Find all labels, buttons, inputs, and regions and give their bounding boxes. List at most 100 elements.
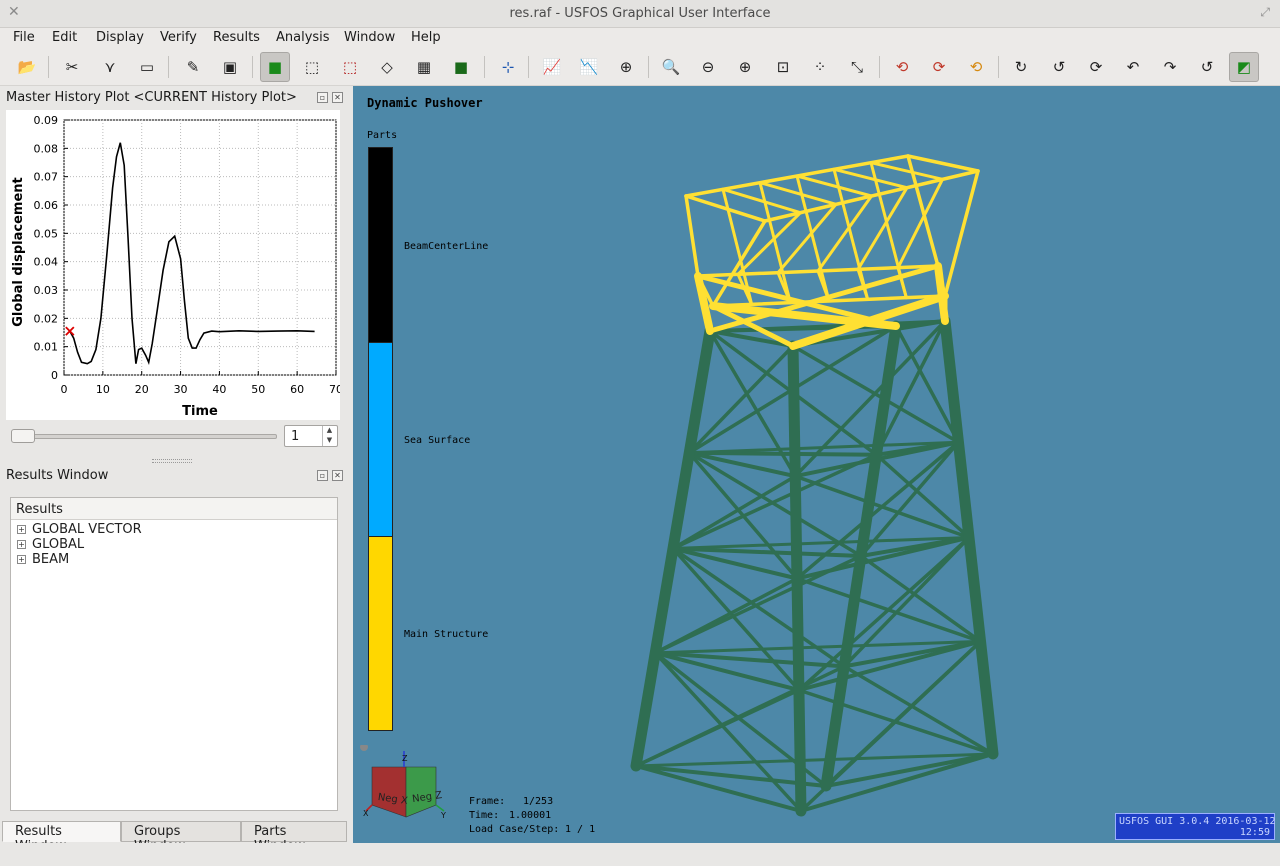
maximize-window-icon[interactable]: ⤢ — [1260, 5, 1270, 20]
open-icon[interactable]: 📂 — [12, 52, 42, 82]
x-tick-label: 10 — [96, 383, 110, 396]
main-toolbar: 📂 ✂ ⋎ ▭ ✎ ▣ ■ ⬚ ⬚ ◇ ▦ ■ ⊹ 📈 📉 ⊕ 🔍 ⊖ ⊕ ⊡ … — [0, 48, 1280, 86]
solid-cube-icon[interactable]: ■ — [446, 52, 476, 82]
results-panel-title: Results Window — [6, 468, 109, 483]
cube-mesh-icon[interactable]: ▦ — [409, 52, 439, 82]
spin-down-icon[interactable]: ▼ — [322, 436, 336, 446]
undo-icon[interactable]: ↶ — [1118, 52, 1148, 82]
model-viewport[interactable] — [353, 86, 1280, 843]
legend-title: Parts — [367, 130, 398, 141]
loadcase-value: 1 / 1 — [565, 824, 596, 835]
y-tick-label: 0.05 — [34, 227, 59, 240]
solid-view-icon[interactable]: ■ — [260, 52, 290, 82]
plot-area — [63, 119, 337, 376]
history-plot[interactable]: 0.09 0.08 0.07 0.06 0.05 0.04 0.03 0.02 0.01 0 0 10… — [6, 110, 343, 420]
x-brace — [842, 664, 995, 756]
fit-all-icon[interactable]: ⁘ — [805, 52, 835, 82]
menu-analysis[interactable]: Analysis — [276, 30, 330, 45]
menu-verify[interactable]: Verify — [160, 30, 197, 45]
fit-xy-icon[interactable]: ⤡ — [842, 52, 872, 82]
float-icon[interactable]: ▫ — [317, 92, 328, 103]
reset-icon[interactable]: ↺ — [1192, 52, 1222, 82]
cut-icon[interactable]: ✂ — [57, 52, 87, 82]
zoom-out-icon[interactable]: ⊖ — [693, 52, 723, 82]
tree-item-global-vector[interactable]: + GLOBAL VECTOR — [17, 522, 142, 537]
history-panel-title: Master History Plot <CURRENT History Plo… — [6, 90, 297, 105]
plot-d-icon[interactable]: 📉 — [574, 52, 604, 82]
deck-diagonal — [795, 174, 831, 303]
rotate-up-icon[interactable]: ↻ — [1006, 52, 1036, 82]
frame-value: 1/253 — [523, 796, 554, 807]
fit-icon[interactable]: ⊡ — [768, 52, 798, 82]
zoom-in-icon[interactable]: ⊕ — [730, 52, 760, 82]
menu-display[interactable]: Display — [96, 30, 144, 45]
menu-help[interactable]: Help — [411, 30, 441, 45]
console-icon[interactable]: ▣ — [215, 52, 245, 82]
x-tick-label: 40 — [212, 383, 226, 396]
splitter-grip[interactable] — [152, 459, 192, 463]
cube-outline-icon[interactable]: ◇ — [372, 52, 402, 82]
legend-swatch-main-structure — [368, 536, 393, 731]
results-panel-controls: ▫ ✕ — [317, 470, 343, 481]
viewport-title: Dynamic Pushover — [367, 96, 483, 110]
y-tick-label: 0.04 — [34, 256, 59, 269]
expand-icon[interactable]: + — [17, 540, 26, 549]
toolbar-separator — [48, 56, 49, 78]
close-icon[interactable]: ✕ — [332, 470, 343, 481]
close-icon[interactable]: ✕ — [332, 92, 343, 103]
menu-file[interactable]: File — [13, 30, 35, 45]
expand-icon[interactable]: + — [17, 525, 26, 534]
rotate-back-icon[interactable]: ↺ — [1044, 52, 1074, 82]
tab-parts-window[interactable]: Parts Window — [241, 821, 347, 854]
deck-joist — [795, 174, 873, 198]
version-time: 12:59 — [1239, 827, 1270, 838]
toolbar-separator — [252, 56, 253, 78]
rotate-left-icon[interactable]: ⟳ — [1081, 52, 1111, 82]
expand-icon[interactable]: + — [17, 555, 26, 564]
ruler-icon[interactable]: ▭ — [132, 52, 162, 82]
deck-joist — [869, 161, 944, 181]
tab-results-window[interactable]: Results Window — [2, 821, 121, 854]
target-icon[interactable]: ⊕ — [611, 52, 641, 82]
menu-bar: File Edit Display Verify Results Analysi… — [0, 28, 1280, 48]
tree-item-global[interactable]: + GLOBAL — [17, 537, 84, 552]
rotate-y-icon[interactable]: ⟳ — [924, 52, 954, 82]
axis-icon[interactable]: ⊹ — [493, 52, 523, 82]
wire-cube-icon[interactable]: ⬚ — [297, 52, 327, 82]
tab-groups-window[interactable]: Groups Window — [121, 821, 241, 854]
deck-diagonal — [758, 181, 792, 305]
redo-icon[interactable]: ↷ — [1155, 52, 1185, 82]
plot-h-icon[interactable]: 📈 — [537, 52, 567, 82]
jacket-leg — [787, 340, 807, 817]
tree-item-beam[interactable]: + BEAM — [17, 552, 69, 567]
menu-window[interactable]: Window — [344, 30, 395, 45]
time-label: Time: — [469, 810, 500, 821]
zoom-icon[interactable]: 🔍 — [656, 52, 686, 82]
spin-up-icon[interactable]: ▲ — [322, 426, 336, 436]
orientation-cube[interactable]: Neg X Neg Z Z X Y — [360, 745, 450, 825]
y-tick-label: 0.06 — [34, 199, 59, 212]
deck-beam — [906, 154, 980, 173]
node-cube-icon[interactable]: ⬚ — [335, 52, 365, 82]
3d-view-icon[interactable]: ◩ — [1229, 52, 1259, 82]
rotate-z-icon[interactable]: ⟲ — [961, 52, 991, 82]
menu-edit[interactable]: Edit — [52, 30, 77, 45]
version-text: USFOS GUI 3.0.4 2016-03-12 — [1119, 816, 1276, 827]
window-titlebar: ✕ res.raf - USFOS Graphical User Interfa… — [0, 0, 1280, 28]
x-brace — [671, 546, 801, 692]
edit-icon[interactable]: ✎ — [178, 52, 208, 82]
axis-label-z: Z — [402, 754, 408, 763]
frame-spinbox[interactable]: 1 ▲ ▼ — [284, 425, 338, 447]
menu-results[interactable]: Results — [213, 30, 260, 45]
sketch-icon[interactable]: ⋎ — [95, 52, 125, 82]
x-axis-label: Time — [182, 404, 218, 419]
time-slider-track[interactable] — [12, 434, 277, 439]
rotate-x-icon[interactable]: ⟲ — [887, 52, 917, 82]
chart-grid — [63, 119, 337, 376]
legend-label-sea-surface: Sea Surface — [404, 435, 471, 446]
frame-spinbox-value: 1 — [291, 429, 300, 444]
y-tick-label: 0.07 — [34, 171, 59, 184]
time-slider-handle[interactable] — [11, 429, 35, 443]
float-icon[interactable]: ▫ — [317, 470, 328, 481]
y-tick-label: 0.08 — [34, 142, 59, 155]
